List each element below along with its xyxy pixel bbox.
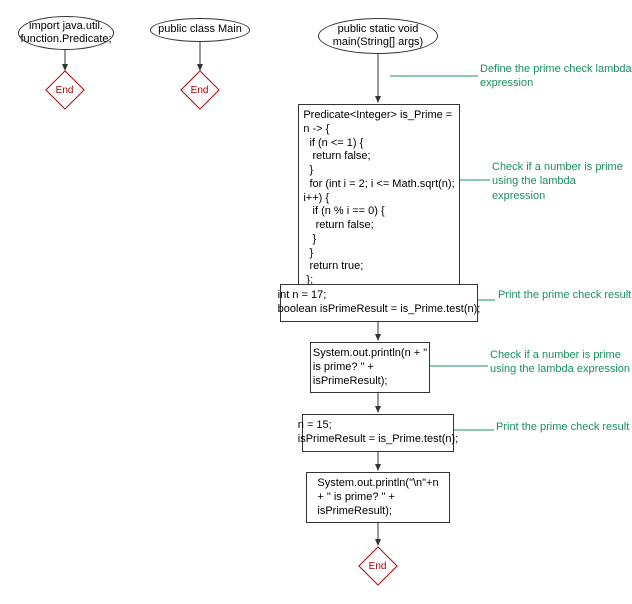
flowchart-canvas: import java.util. function.Predicate; En… — [0, 0, 632, 604]
ellipse-import: import java.util. function.Predicate; — [18, 16, 114, 50]
ellipse-import-text: import java.util. function.Predicate; — [20, 20, 111, 46]
rect-test-n15: n = 15; isPrimeResult = is_Prime.test(n)… — [302, 414, 454, 452]
terminator-end-1-text: End — [56, 84, 74, 95]
rect-lambda-def: Predicate<Integer> is_Prime = n -> { if … — [298, 104, 460, 293]
annotation-define-lambda: Define the prime check lambda expression — [480, 62, 632, 91]
rect-print-2: System.out.println("\n"+n + " is prime? … — [306, 472, 450, 523]
annotation-print-result-2: Print the prime check result — [496, 420, 629, 434]
rect-test-n15-text: n = 15; isPrimeResult = is_Prime.test(n)… — [298, 419, 458, 447]
rect-lambda-def-text: Predicate<Integer> is_Prime = n -> { if … — [303, 109, 454, 288]
rect-print-1: System.out.println(n + " is prime? " + i… — [310, 342, 430, 393]
rect-print-2-text: System.out.println("\n"+n + " is prime? … — [317, 477, 438, 518]
terminator-end-3-text: End — [369, 560, 387, 571]
rect-print-1-text: System.out.println(n + " is prime? " + i… — [313, 347, 427, 388]
annotation-print-result-1: Print the prime check result — [498, 288, 631, 302]
ellipse-main: public static void main(String[] args) — [318, 18, 438, 54]
ellipse-class-text: public class Main — [158, 23, 242, 36]
ellipse-main-text: public static void main(String[] args) — [333, 23, 423, 49]
rect-test-n17: int n = 17; boolean isPrimeResult = is_P… — [280, 284, 478, 322]
ellipse-class: public class Main — [150, 18, 250, 42]
annotation-check-prime-2: Check if a number is prime using the lam… — [490, 348, 632, 377]
rect-test-n17-text: int n = 17; boolean isPrimeResult = is_P… — [278, 289, 481, 317]
annotation-check-prime-1: Check if a number is prime using the lam… — [492, 160, 632, 203]
terminator-end-2-text: End — [191, 84, 209, 95]
